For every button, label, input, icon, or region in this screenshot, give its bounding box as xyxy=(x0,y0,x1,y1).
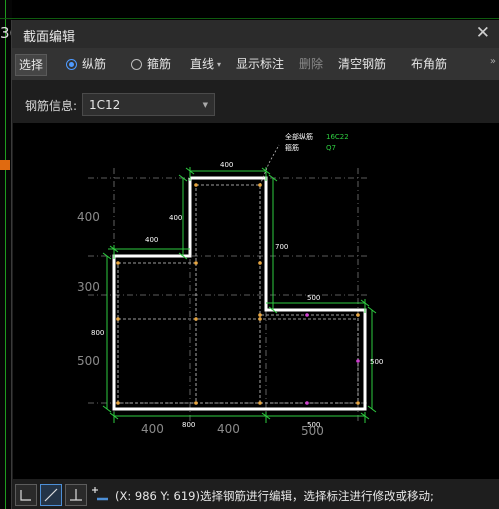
grid-label-left-400: 400 xyxy=(77,210,100,224)
diagonal-line-icon[interactable] xyxy=(40,484,62,506)
close-icon[interactable]: ✕ xyxy=(476,23,490,43)
rebar-dot-magenta xyxy=(305,313,309,317)
grid-lines xyxy=(88,168,368,423)
select-button[interactable]: 选择 xyxy=(15,54,48,76)
grid-label-bottom-400a: 400 xyxy=(141,422,164,436)
inner-mesh xyxy=(117,184,359,404)
legend-stirrup-label: 箍筋 xyxy=(285,143,299,152)
rebar-dot xyxy=(356,313,360,317)
dim-right-step-h: 500 xyxy=(307,294,320,302)
longitudinal-label: 纵筋 xyxy=(82,57,107,71)
grid-label-bottom-500: 500 xyxy=(301,424,324,438)
add-line-icon[interactable] xyxy=(90,484,112,506)
radio-selected-icon xyxy=(66,59,77,70)
rebar-dot-magenta xyxy=(305,401,309,405)
line-label: 直线 xyxy=(190,57,215,71)
statusbar: (X: 986 Y: 619)选择钢筋进行编辑，选择标注进行修改或移动; xyxy=(12,481,499,509)
dialog-title: 截面编辑 xyxy=(23,30,76,45)
rebar-info-select[interactable]: 1C12 ▼ xyxy=(82,93,215,116)
background-orange-marker xyxy=(0,160,10,170)
stirrup-label: 箍筋 xyxy=(147,57,172,71)
rebar-dot xyxy=(194,183,198,187)
dim-cross-ticks xyxy=(102,167,377,420)
status-text: (X: 986 Y: 619)选择钢筋进行编辑，选择标注进行修改或移动; xyxy=(115,489,434,503)
dim-bottom-total: 800 xyxy=(182,421,195,429)
rebar-dot xyxy=(258,313,262,317)
grid-label-bottom-400b: 400 xyxy=(217,422,240,436)
dim-top: 400 xyxy=(220,161,233,169)
rebar-points[interactable] xyxy=(116,183,360,405)
dim-left-total: 800 xyxy=(91,329,104,337)
dim-right-side: 500 xyxy=(370,358,383,366)
section-outline[interactable] xyxy=(112,176,367,411)
rebar-dot xyxy=(258,261,262,265)
corner-icon[interactable] xyxy=(15,484,37,506)
rebar-dot-magenta xyxy=(356,359,360,363)
chevron-down-icon: ▾ xyxy=(217,60,222,69)
section-edit-dialog: 截面编辑 ✕ 选择 纵筋 箍筋 直线 ▾ 显示标注 删除 清空钢筋 布角筋 » 钢… xyxy=(11,20,499,509)
perpendicular-icon[interactable] xyxy=(65,484,87,506)
radio-unselected-icon xyxy=(131,59,142,70)
legend-all-longitudinal-value: 16C22 xyxy=(326,133,349,141)
dim-left-step-h: 400 xyxy=(145,236,158,244)
longitudinal-radio[interactable]: 纵筋 xyxy=(66,54,106,74)
dialog-titlebar[interactable]: 截面编辑 ✕ xyxy=(12,20,499,48)
rebar-dot xyxy=(116,317,120,321)
rebar-dot xyxy=(194,401,198,405)
drawing-canvas[interactable]: 全部纵筋 16C22 箍筋 Q7 400 400 400 700 500 800… xyxy=(13,123,499,479)
legend-stirrup-value: Q7 xyxy=(326,144,336,152)
more-icon[interactable]: » xyxy=(490,56,496,67)
rebar-dot xyxy=(116,261,120,265)
rebar-points-magenta[interactable] xyxy=(305,313,360,405)
legend-all-longitudinal-label: 全部纵筋 xyxy=(285,132,313,141)
delete-button[interactable]: 删除 xyxy=(299,54,323,74)
stirrup-radio[interactable]: 箍筋 xyxy=(131,54,171,74)
rebar-dot xyxy=(194,317,198,321)
corner-rebar-button[interactable]: 布角筋 xyxy=(411,54,447,74)
rebar-info-label: 钢筋信息: xyxy=(25,99,78,113)
section-drawing[interactable]: 全部纵筋 16C22 箍筋 Q7 400 400 400 700 500 800… xyxy=(13,123,499,479)
stirrup-outline xyxy=(117,184,359,404)
chevron-down-icon: ▼ xyxy=(202,101,208,109)
rebar-dot xyxy=(258,317,262,321)
rebar-dot xyxy=(258,183,262,187)
rebar-dot xyxy=(116,401,120,405)
show-annotation-button[interactable]: 显示标注 xyxy=(236,54,284,74)
dim-left-step-v: 400 xyxy=(169,214,182,222)
rebar-dot xyxy=(356,401,360,405)
clear-rebar-button[interactable]: 清空钢筋 xyxy=(338,54,386,74)
toolbar: 选择 纵筋 箍筋 直线 ▾ 显示标注 删除 清空钢筋 布角筋 » xyxy=(12,48,499,80)
line-dropdown[interactable]: 直线 ▾ xyxy=(190,54,221,74)
background-green-line xyxy=(5,0,6,509)
background-green-line-h xyxy=(0,18,499,19)
grid-label-left-500: 500 xyxy=(77,354,100,368)
rebar-info-value: 1C12 xyxy=(89,98,121,112)
rebar-dot xyxy=(258,401,262,405)
grid-label-left-300: 300 xyxy=(77,280,100,294)
rebar-dot xyxy=(194,261,198,265)
dim-right-step-v: 700 xyxy=(275,243,288,251)
